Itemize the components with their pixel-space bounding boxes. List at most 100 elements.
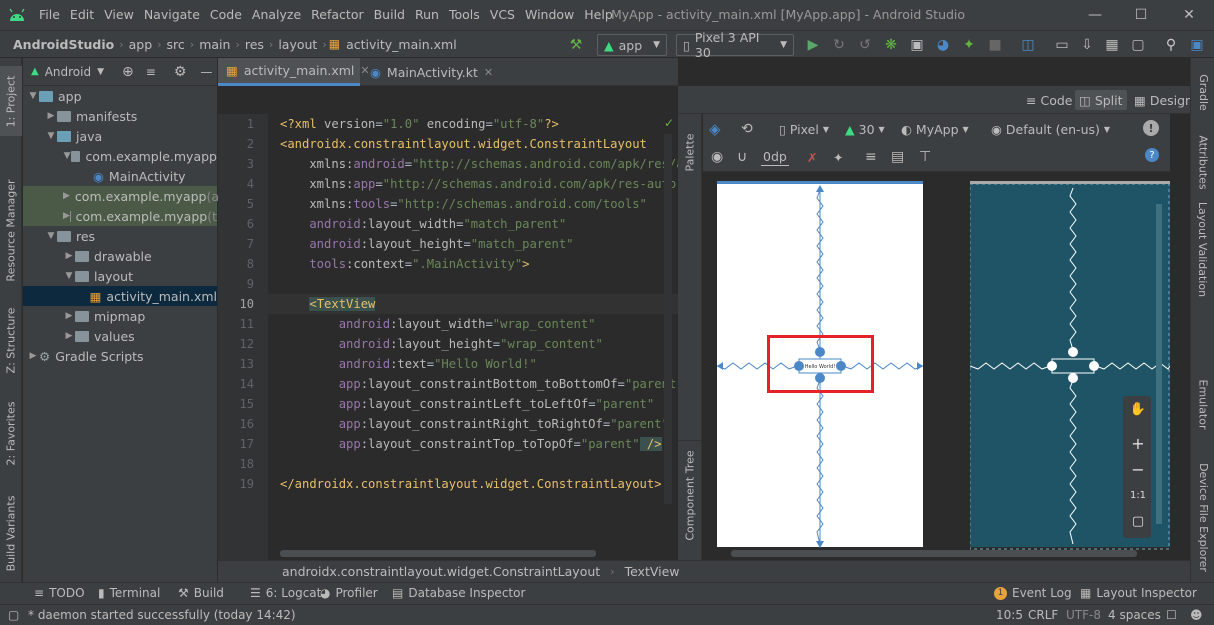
tree-item[interactable]: ▼ java: [23, 126, 217, 146]
pan-hand-icon[interactable]: ✋: [1125, 398, 1151, 420]
code-line[interactable]: <?xml version="1.0" encoding="utf-8"?>: [280, 117, 559, 131]
breadcrumb-item[interactable]: main: [196, 37, 233, 52]
tab-structure[interactable]: Z: Structure: [0, 290, 22, 390]
warning-icon[interactable]: !: [1143, 120, 1159, 136]
project-view-select[interactable]: Android: [45, 65, 91, 79]
menu-navigate[interactable]: Navigate: [139, 0, 205, 30]
menu-file[interactable]: File: [34, 0, 65, 30]
zoom-actual-size-button[interactable]: 1:1: [1125, 484, 1151, 506]
line-separator[interactable]: CRLF: [1028, 608, 1058, 622]
run-coverage-icon[interactable]: ▣: [907, 35, 927, 55]
clear-constraints-icon[interactable]: ✗: [807, 148, 817, 166]
collapsed-arrow-icon[interactable]: ▶: [63, 211, 70, 221]
code-line[interactable]: xmlns:android="http://schemas.android.co…: [280, 157, 698, 171]
expanded-arrow-icon[interactable]: ▼: [27, 91, 39, 101]
debug-icon[interactable]: ❋: [881, 35, 901, 55]
path-constraint-layout[interactable]: androidx.constraintlayout.widget.Constra…: [282, 564, 600, 579]
tree-item[interactable]: ▶ com.example.myapp (t: [23, 206, 217, 226]
tab-emulator[interactable]: Emulator: [1191, 364, 1214, 444]
expanded-arrow-icon[interactable]: ▼: [45, 131, 57, 141]
close-window-button[interactable]: ✕: [1166, 0, 1212, 30]
collapsed-arrow-icon[interactable]: ▶: [63, 191, 70, 201]
zoom-out-button[interactable]: −: [1125, 458, 1151, 480]
avd-manager-icon[interactable]: ▭: [1052, 35, 1072, 55]
collapsed-arrow-icon[interactable]: ▶: [27, 351, 39, 361]
code-line[interactable]: app:layout_constraintLeft_toLeftOf="pare…: [280, 397, 655, 411]
indent-setting[interactable]: 4 spaces: [1108, 608, 1161, 622]
code-line[interactable]: </androidx.constraintlayout.widget.Const…: [280, 477, 662, 491]
theme-select[interactable]: ◐ MyApp ▼: [901, 120, 969, 138]
design-canvas[interactable]: Hello World! ✋ + − 1:1 ▢: [703, 172, 1170, 560]
collapsed-arrow-icon[interactable]: ▶: [45, 111, 57, 121]
tree-item[interactable]: ▶ drawable: [23, 246, 217, 266]
menu-edit[interactable]: Edit: [65, 0, 99, 30]
build-tool[interactable]: ⚒ Build: [178, 586, 224, 600]
code-editor[interactable]: 1 2 3 4 5 6 7 8 9 10 11 12 13 14 15 16 17 18 19 <?xml vers…: [218, 114, 698, 560]
status-toggle-icon[interactable]: ▢: [8, 608, 19, 622]
code-line[interactable]: xmlns:tools="http://schemas.android.com/…: [280, 197, 647, 211]
tree-item[interactable]: ◉ MainActivity: [23, 166, 217, 186]
menu-run[interactable]: Run: [410, 0, 444, 30]
menu-analyze[interactable]: Analyze: [247, 0, 306, 30]
locate-icon[interactable]: ⊕: [122, 64, 134, 80]
tree-item[interactable]: ▶ com.example.myapp (a: [23, 186, 219, 206]
code-line[interactable]: <TextView: [280, 297, 376, 311]
code-line[interactable]: xmlns:app="http://schemas.android.com/ap…: [280, 177, 683, 191]
breadcrumb-item[interactable]: res: [242, 37, 267, 52]
zoom-in-button[interactable]: +: [1125, 432, 1151, 454]
database-inspector-tool[interactable]: ▤ Database Inspector: [392, 586, 525, 600]
collapsed-arrow-icon[interactable]: ▶: [63, 311, 75, 321]
layout-inspector-icon[interactable]: ▦: [1102, 35, 1122, 55]
tree-item[interactable]: ▼ res: [23, 226, 217, 246]
notifications-icon[interactable]: ☻: [1190, 608, 1203, 622]
view-options-eye-icon[interactable]: ◉: [711, 148, 723, 166]
tab-layout-validation[interactable]: Layout Validation: [1191, 184, 1214, 314]
tree-item[interactable]: ▦ activity_main.xml: [23, 286, 217, 306]
maximize-button[interactable]: ☐: [1118, 0, 1164, 30]
code-line[interactable]: android:layout_width="match_parent": [280, 217, 566, 231]
layout-inspector-tool[interactable]: ▦ Layout Inspector: [1080, 586, 1197, 600]
code-line[interactable]: android:text="Hello World!": [280, 357, 537, 371]
code-line[interactable]: android:layout_height="wrap_content": [280, 337, 603, 351]
tab-device-file-explorer[interactable]: Device File Explorer: [1191, 452, 1214, 582]
guidelines-icon[interactable]: ⊤: [919, 148, 931, 166]
lock-icon[interactable]: ☐: [1166, 608, 1177, 622]
breadcrumb-item[interactable]: AndroidStudio: [10, 37, 117, 52]
sdk-manager-icon[interactable]: ⇩: [1077, 35, 1097, 55]
tree-item[interactable]: ▼ com.example.myapp: [23, 146, 217, 166]
device-preview-select[interactable]: ▯ Pixel ▼: [779, 120, 829, 138]
sync-project-icon[interactable]: ◫: [1018, 35, 1038, 55]
project-structure-icon[interactable]: ▢: [1128, 35, 1148, 55]
breadcrumb-item[interactable]: activity_main.xml: [343, 37, 460, 52]
collapsed-arrow-icon[interactable]: ▶: [63, 251, 75, 261]
code-line[interactable]: android:layout_width="wrap_content": [280, 317, 596, 331]
tree-item[interactable]: ▶ ⚙ Gradle Scripts: [23, 346, 217, 366]
api-level-select[interactable]: ▲ 30 ▼: [845, 120, 885, 138]
menu-vcs[interactable]: VCS: [485, 0, 520, 30]
code-line[interactable]: app:layout_constraintBottom_toBottomOf="…: [280, 377, 684, 391]
tab-gradle[interactable]: Gradle: [1191, 62, 1214, 122]
code-line[interactable]: app:layout_constraintTop_toTopOf="parent…: [280, 437, 662, 451]
expanded-arrow-icon[interactable]: ▼: [45, 231, 57, 241]
event-log-tool[interactable]: 1 Event Log: [994, 586, 1072, 600]
todo-tool[interactable]: ≡ TODO: [34, 586, 85, 600]
tree-item[interactable]: ▶ values: [23, 326, 217, 346]
profile-icon[interactable]: ◕: [933, 35, 953, 55]
design-view-button[interactable]: ▦ Design: [1130, 90, 1197, 110]
caret-position[interactable]: 10:5: [996, 608, 1023, 622]
tab-component-tree[interactable]: Component Tree: [678, 440, 702, 550]
tab-activity-main-xml[interactable]: ▦ activity_main.xml ✕: [218, 58, 370, 86]
attach-debugger-icon[interactable]: ✦: [959, 35, 979, 55]
menu-refactor[interactable]: Refactor: [306, 0, 368, 30]
canvas-horizontal-scrollbar[interactable]: [731, 550, 1137, 557]
menu-build[interactable]: Build: [369, 0, 410, 30]
path-textview[interactable]: TextView: [625, 564, 680, 579]
tab-palette[interactable]: Palette: [678, 122, 702, 182]
breadcrumb-item[interactable]: layout: [275, 37, 320, 52]
run-config-select[interactable]: ▲ app ▼: [597, 34, 667, 56]
menu-tools[interactable]: Tools: [444, 0, 485, 30]
menu-window[interactable]: Window: [520, 0, 579, 30]
terminal-tool[interactable]: ▮ Terminal: [98, 586, 160, 600]
tree-item[interactable]: ▶ manifests: [23, 106, 217, 126]
gear-icon[interactable]: ⚙: [174, 64, 187, 80]
